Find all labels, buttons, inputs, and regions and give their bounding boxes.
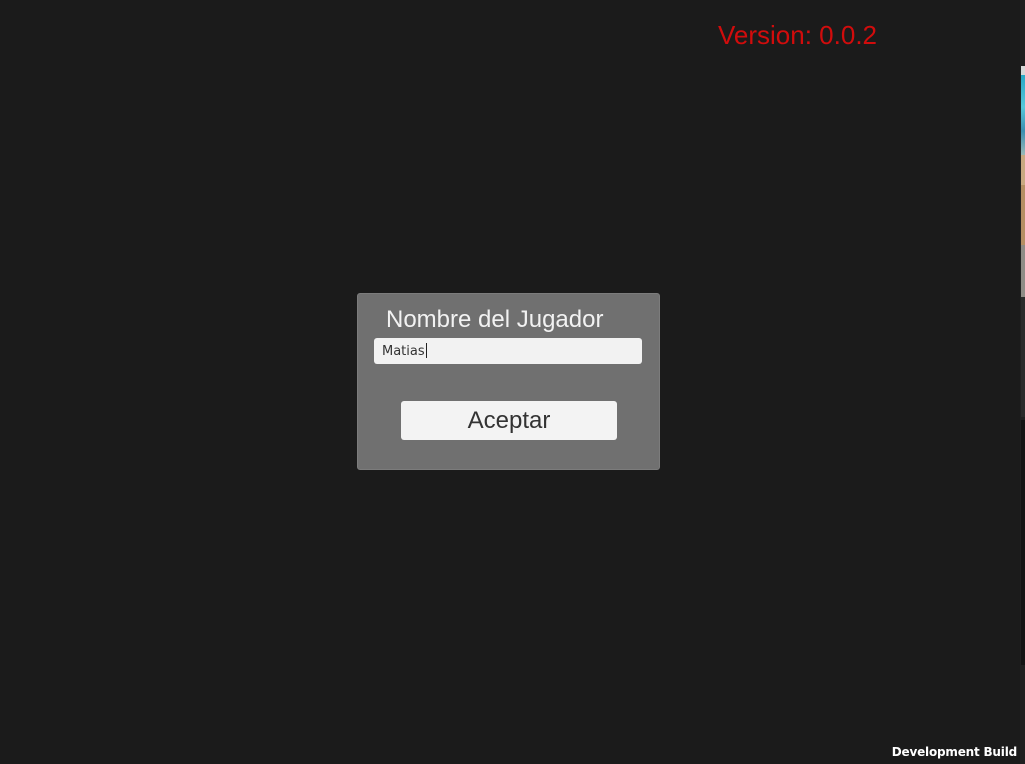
edge-artifact — [1021, 75, 1025, 155]
player-name-input[interactable]: Matias — [374, 338, 642, 364]
accept-button[interactable]: Aceptar — [401, 401, 617, 440]
accept-button-label: Aceptar — [467, 406, 551, 434]
edge-artifact — [1021, 66, 1025, 75]
version-label: Version: 0.0.2 — [718, 20, 877, 50]
edge-artifact — [1021, 245, 1025, 297]
edge-artifact — [1021, 297, 1025, 417]
dialog-title: Nombre del Jugador — [386, 306, 604, 333]
text-caret — [425, 343, 427, 358]
development-build-label: Development Build — [891, 745, 1017, 759]
game-screen: Version: 0.0.2 Nombre del Jugador Matias… — [0, 0, 1025, 764]
player-name-dialog: Nombre del Jugador Matias Aceptar — [357, 293, 660, 470]
edge-artifact — [1021, 185, 1025, 245]
edge-artifact — [1021, 155, 1025, 185]
edge-artifact — [1021, 420, 1025, 665]
player-name-value: Matias — [382, 344, 425, 359]
